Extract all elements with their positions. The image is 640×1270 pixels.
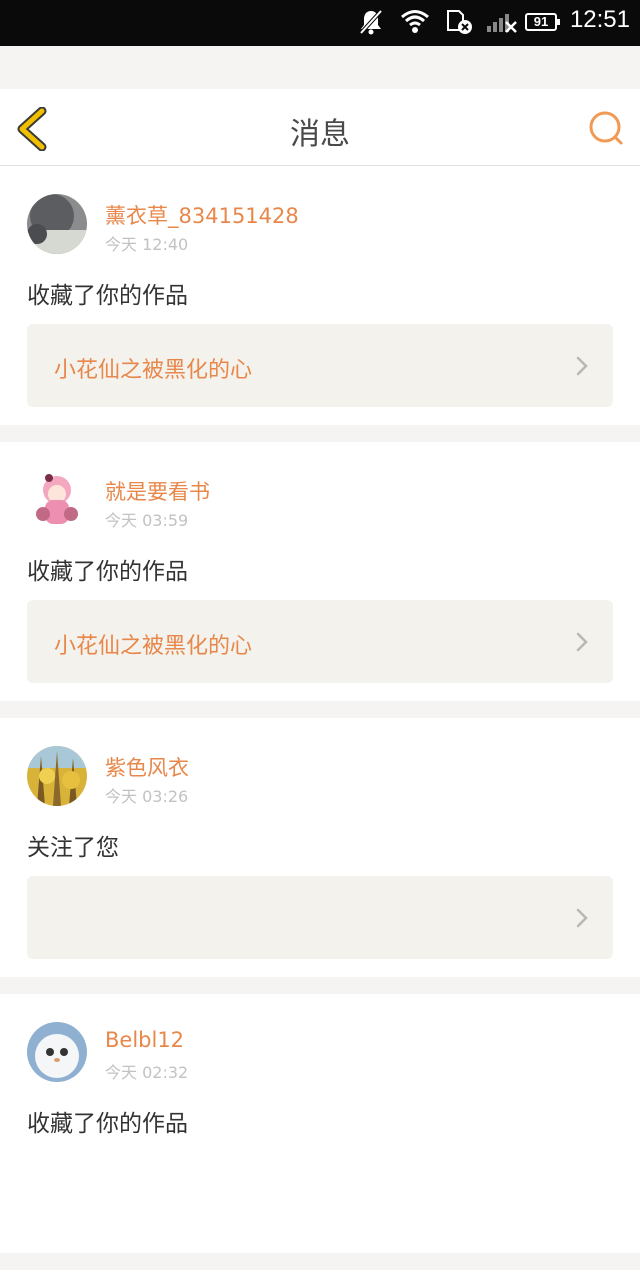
battery-icon: 91 [525,13,560,31]
message-card: 紫色风衣 今天 03:26 关注了您 [0,718,640,977]
username[interactable]: 紫色风衣 [105,752,189,782]
work-title: 小花仙之被黑化的心 [54,358,253,383]
avatar[interactable] [27,1022,87,1082]
username[interactable]: 就是要看书 [105,476,210,506]
message-card: Belbl12 今天 02:32 收藏了你的作品 [0,994,640,1253]
sim-off-icon [447,10,472,34]
action-text: 收藏了你的作品 [27,283,188,309]
work-link[interactable] [27,876,613,959]
chevron-right-icon [576,356,588,376]
app-header: 消息 [0,89,640,166]
avatar[interactable] [27,470,87,530]
work-link[interactable]: 小花仙之被黑化的心 [27,324,613,407]
user-avatar-image [27,470,87,530]
search-button[interactable] [586,109,626,149]
action-text: 关注了您 [27,835,119,861]
page-title: 消息 [290,117,350,152]
work-link[interactable]: 小花仙之被黑化的心 [27,600,613,683]
action-text: 收藏了你的作品 [27,1111,188,1137]
username[interactable]: Belbl12 [105,1028,184,1052]
mute-icon [359,9,383,35]
timestamp: 今天 03:26 [105,787,189,806]
message-list: 薰衣草_834151428 今天 12:40 收藏了你的作品 小花仙之被黑化的心… [0,166,640,1270]
username[interactable]: 薰衣草_834151428 [105,200,299,230]
timestamp: 今天 03:59 [105,511,189,530]
signal-icon [487,14,517,33]
search-icon [589,111,623,145]
clock: 12:51 [569,6,630,33]
timestamp: 今天 02:32 [105,1063,189,1082]
user-avatar-image [27,194,87,254]
chevron-right-icon [576,908,588,928]
message-card: 薰衣草_834151428 今天 12:40 收藏了你的作品 小花仙之被黑化的心 [0,166,640,425]
chevron-right-icon [576,632,588,652]
user-avatar-image [27,746,87,806]
avatar[interactable] [27,194,87,254]
work-title: 小花仙之被黑化的心 [54,634,253,659]
user-avatar-image [27,1022,87,1082]
avatar[interactable] [27,746,87,806]
timestamp: 今天 12:40 [105,235,189,254]
wifi-icon [401,10,429,33]
action-text: 收藏了你的作品 [27,559,188,585]
message-card: 就是要看书 今天 03:59 收藏了你的作品 小花仙之被黑化的心 [0,442,640,701]
status-bar: 91 12:51 [0,0,640,46]
top-spacer [0,46,640,89]
